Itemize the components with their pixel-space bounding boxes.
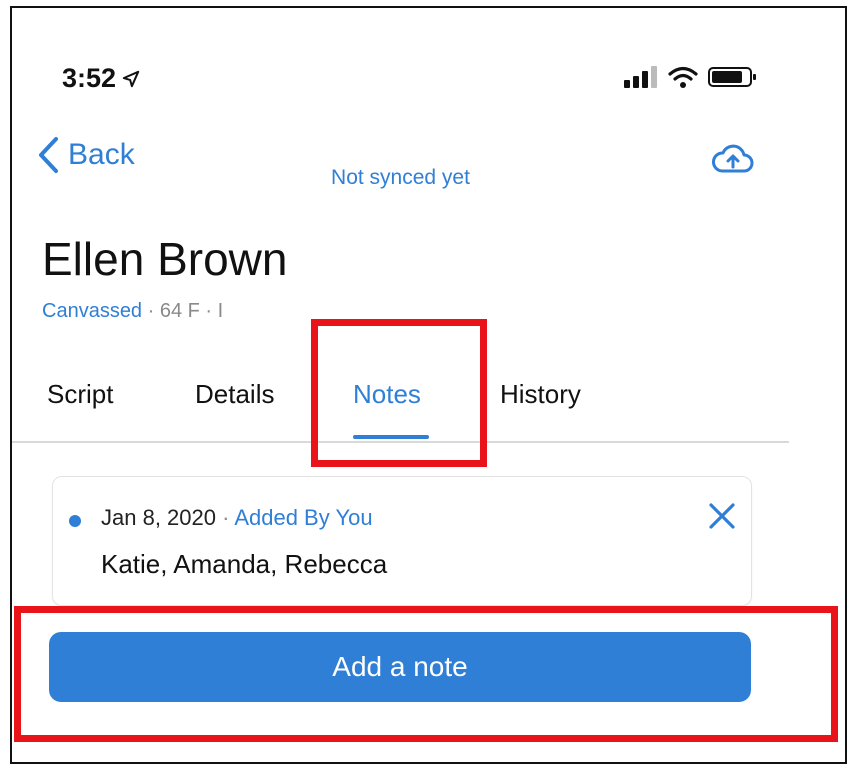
active-tab-indicator	[353, 435, 429, 439]
contact-meta: Canvassed · 64 F · I	[42, 300, 223, 323]
note-card: Jan 8, 2020 · Added By You Katie, Amanda…	[52, 476, 752, 606]
wifi-icon	[668, 66, 698, 88]
status-bar: 3:52	[12, 8, 845, 128]
status-icons	[624, 66, 758, 88]
add-note-button[interactable]: Add a note	[49, 632, 751, 702]
note-text: Katie, Amanda, Rebecca	[101, 549, 388, 579]
tab-bar: Script Details Notes History	[12, 373, 789, 443]
contact-status: Canvassed	[42, 300, 143, 322]
tab-script[interactable]: Script	[47, 379, 113, 410]
contact-details: · 64 F · I	[142, 300, 224, 322]
tab-notes[interactable]: Notes	[353, 379, 421, 410]
cloud-upload-icon[interactable]	[712, 143, 754, 175]
battery-icon	[708, 67, 756, 87]
close-icon[interactable]	[707, 501, 737, 531]
unsynced-dot-icon	[69, 515, 81, 527]
status-time-label: 3:52	[62, 63, 117, 93]
note-date: Jan 8, 2020	[101, 505, 216, 530]
location-arrow-icon	[122, 70, 140, 87]
note-header: Jan 8, 2020 · Added By You	[101, 505, 373, 531]
signal-bars-icon	[624, 66, 657, 88]
sync-status: Not synced yet	[331, 166, 470, 189]
tab-history[interactable]: History	[500, 379, 581, 410]
tab-details[interactable]: Details	[195, 379, 274, 410]
note-separator: ·	[215, 505, 235, 530]
app-frame: 3:52 Back Not synced yet Ellen Brown Can…	[10, 6, 847, 764]
status-time: 3:52	[62, 63, 140, 94]
note-author: Added By You	[234, 505, 373, 530]
contact-name: Ellen Brown	[42, 233, 288, 285]
